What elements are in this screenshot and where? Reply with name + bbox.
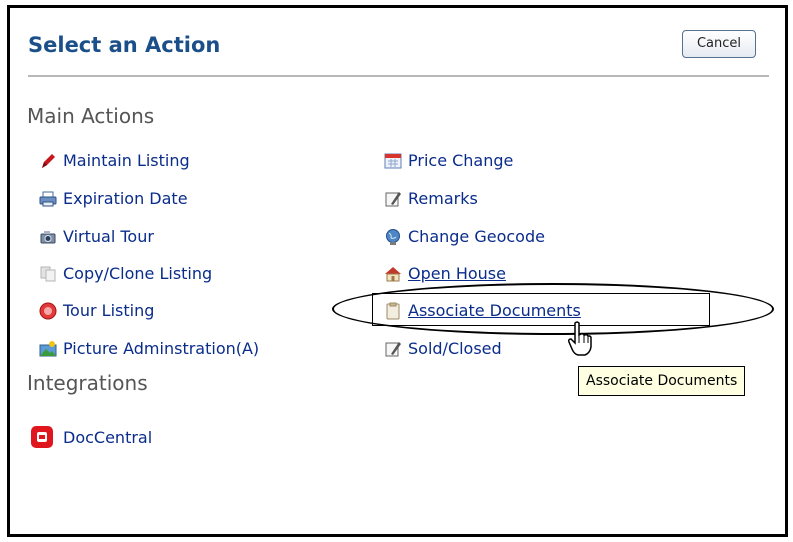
tour-listing-label: Tour Listing (63, 301, 155, 320)
pencil-icon (39, 152, 57, 170)
integrations-heading: Integrations (27, 371, 148, 395)
house-icon (384, 265, 402, 283)
maintain-listing-label: Maintain Listing (63, 151, 190, 170)
doccentral-label: DocCentral (63, 427, 153, 447)
virtual-tour-link[interactable]: Virtual Tour (39, 227, 154, 246)
cancel-button[interactable]: Cancel (682, 30, 756, 58)
price-change-link[interactable]: Price Change (384, 151, 513, 170)
sold-closed-link[interactable]: Sold/Closed (384, 339, 502, 358)
maintain-listing-link[interactable]: Maintain Listing (39, 151, 190, 170)
main-actions-heading: Main Actions (27, 104, 155, 128)
printer-icon (39, 190, 57, 208)
note-icon (384, 340, 402, 358)
copy-clone-listing-link[interactable]: Copy/Clone Listing (39, 264, 212, 283)
dialog-title: Select an Action (28, 33, 221, 57)
note-icon (384, 190, 402, 208)
picture-administration-label: Picture Adminstration(A) (63, 339, 260, 358)
doccentral-link[interactable]: DocCentral (30, 425, 152, 449)
camera-icon (39, 228, 57, 246)
doccentral-icon (30, 425, 54, 449)
open-house-label: Open House (408, 264, 506, 283)
expiration-date-label: Expiration Date (63, 189, 188, 208)
sold-closed-label: Sold/Closed (408, 339, 502, 358)
open-house-link[interactable]: Open House (384, 264, 506, 283)
highlight-box (372, 293, 710, 326)
picture-administration-link[interactable]: Picture Adminstration(A) (39, 339, 259, 358)
globe-icon (384, 228, 402, 246)
copy-clone-listing-label: Copy/Clone Listing (63, 264, 213, 283)
expiration-date-link[interactable]: Expiration Date (39, 189, 188, 208)
picture-icon (39, 340, 57, 358)
change-geocode-link[interactable]: Change Geocode (384, 227, 545, 246)
hand-cursor-icon (566, 321, 596, 361)
price-change-label: Price Change (408, 151, 514, 170)
change-geocode-label: Change Geocode (408, 227, 545, 246)
copy-icon (39, 265, 57, 283)
tour-icon (39, 302, 57, 320)
calendar-icon (384, 152, 402, 170)
remarks-link[interactable]: Remarks (384, 189, 478, 208)
tooltip: Associate Documents (578, 366, 746, 396)
tour-listing-link[interactable]: Tour Listing (39, 301, 154, 320)
remarks-label: Remarks (408, 189, 478, 208)
title-divider (28, 75, 769, 77)
virtual-tour-label: Virtual Tour (63, 227, 154, 246)
